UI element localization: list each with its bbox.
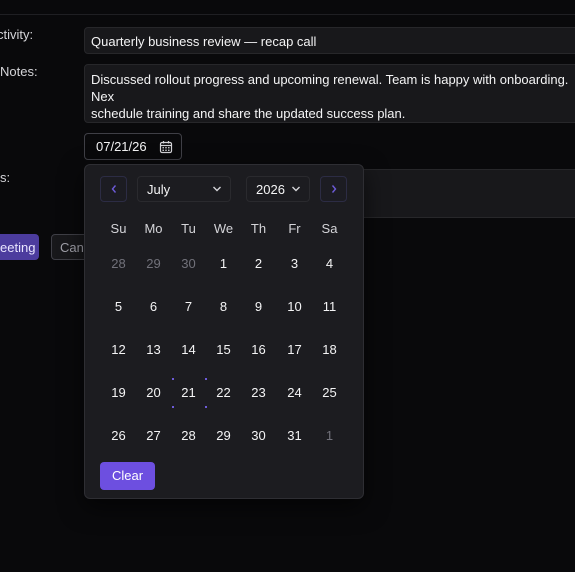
calendar-day[interactable]: 22 bbox=[206, 378, 241, 408]
save-meeting-button[interactable]: eeting bbox=[0, 234, 39, 260]
calendar-day[interactable]: 24 bbox=[277, 378, 312, 408]
calendar-day[interactable]: 30 bbox=[171, 249, 206, 279]
header-divider bbox=[0, 14, 575, 15]
calendar-day[interactable]: 1 bbox=[206, 249, 241, 279]
month-select-value: July bbox=[147, 181, 171, 197]
weekday-header: We bbox=[213, 221, 234, 236]
notes-textarea[interactable]: Discussed rollout progress and upcoming … bbox=[84, 64, 575, 123]
activity-label: ctivity: bbox=[0, 27, 34, 42]
calendar-day[interactable]: 9 bbox=[241, 292, 276, 322]
calendar-day[interactable]: 23 bbox=[241, 378, 276, 408]
chevron-right-icon bbox=[331, 185, 336, 193]
year-select-value: 2026 bbox=[256, 181, 285, 197]
calendar-day[interactable]: 13 bbox=[136, 335, 171, 365]
weekday-header: Su bbox=[110, 221, 127, 236]
calendar-day[interactable]: 10 bbox=[277, 292, 312, 322]
calendar-day[interactable]: 4 bbox=[312, 249, 347, 279]
third-field-label: s: bbox=[0, 170, 11, 185]
date-value: 07/21/26 bbox=[96, 139, 147, 154]
prev-month-button[interactable] bbox=[100, 176, 127, 202]
weekday-header: Fr bbox=[288, 221, 301, 236]
month-select[interactable]: July bbox=[137, 176, 231, 202]
calendar-day[interactable]: 17 bbox=[277, 335, 312, 365]
calendar-day[interactable]: 14 bbox=[171, 335, 206, 365]
calendar-day[interactable]: 15 bbox=[206, 335, 241, 365]
calendar-day[interactable]: 6 bbox=[136, 292, 171, 322]
calendar-day[interactable]: 11 bbox=[312, 292, 347, 322]
calendar-day[interactable]: 30 bbox=[241, 421, 276, 451]
date-input[interactable]: 07/21/26 bbox=[84, 133, 182, 160]
weekday-header: Tu bbox=[181, 221, 196, 236]
weekday-header: Th bbox=[250, 221, 267, 236]
clear-date-button[interactable]: Clear bbox=[100, 462, 155, 490]
calendar-day[interactable]: 8 bbox=[206, 292, 241, 322]
calendar-day[interactable]: 28 bbox=[101, 249, 136, 279]
weekday-header: Sa bbox=[321, 221, 338, 236]
calendar-day[interactable]: 28 bbox=[171, 421, 206, 451]
calendar-day[interactable]: 26 bbox=[101, 421, 136, 451]
notes-label: Notes: bbox=[0, 64, 38, 79]
calendar-day[interactable]: 29 bbox=[206, 421, 241, 451]
calendar-icon bbox=[159, 141, 173, 154]
chevron-left-icon bbox=[111, 185, 116, 193]
calendar-day[interactable]: 18 bbox=[312, 335, 347, 365]
year-select[interactable]: 2026 bbox=[246, 176, 310, 202]
activity-input[interactable]: Quarterly business review — recap call bbox=[84, 27, 575, 54]
next-month-button[interactable] bbox=[320, 176, 347, 202]
calendar-day[interactable]: 29 bbox=[136, 249, 171, 279]
calendar-day[interactable]: 3 bbox=[277, 249, 312, 279]
chevron-down-icon bbox=[292, 186, 300, 192]
calendar-day[interactable]: 7 bbox=[171, 292, 206, 322]
calendar-day[interactable]: 25 bbox=[312, 378, 347, 408]
calendar-day[interactable]: 1 bbox=[312, 421, 347, 451]
calendar-day[interactable]: 27 bbox=[136, 421, 171, 451]
calendar-day[interactable]: 21 bbox=[171, 378, 206, 408]
calendar-day[interactable]: 31 bbox=[277, 421, 312, 451]
calendar-day[interactable]: 16 bbox=[241, 335, 276, 365]
calendar-day[interactable]: 12 bbox=[101, 335, 136, 365]
calendar-day[interactable]: 2 bbox=[241, 249, 276, 279]
calendar-day[interactable]: 5 bbox=[101, 292, 136, 322]
date-picker-popover: July 2026 Su Mo Tu We Th Fr Sa 28 29 30 1 2 3 4 5 6 7 8 9… bbox=[84, 164, 364, 499]
calendar-day[interactable]: 20 bbox=[136, 378, 171, 408]
chevron-down-icon bbox=[213, 186, 221, 192]
calendar-day[interactable]: 19 bbox=[101, 378, 136, 408]
weekday-header: Mo bbox=[144, 221, 163, 236]
